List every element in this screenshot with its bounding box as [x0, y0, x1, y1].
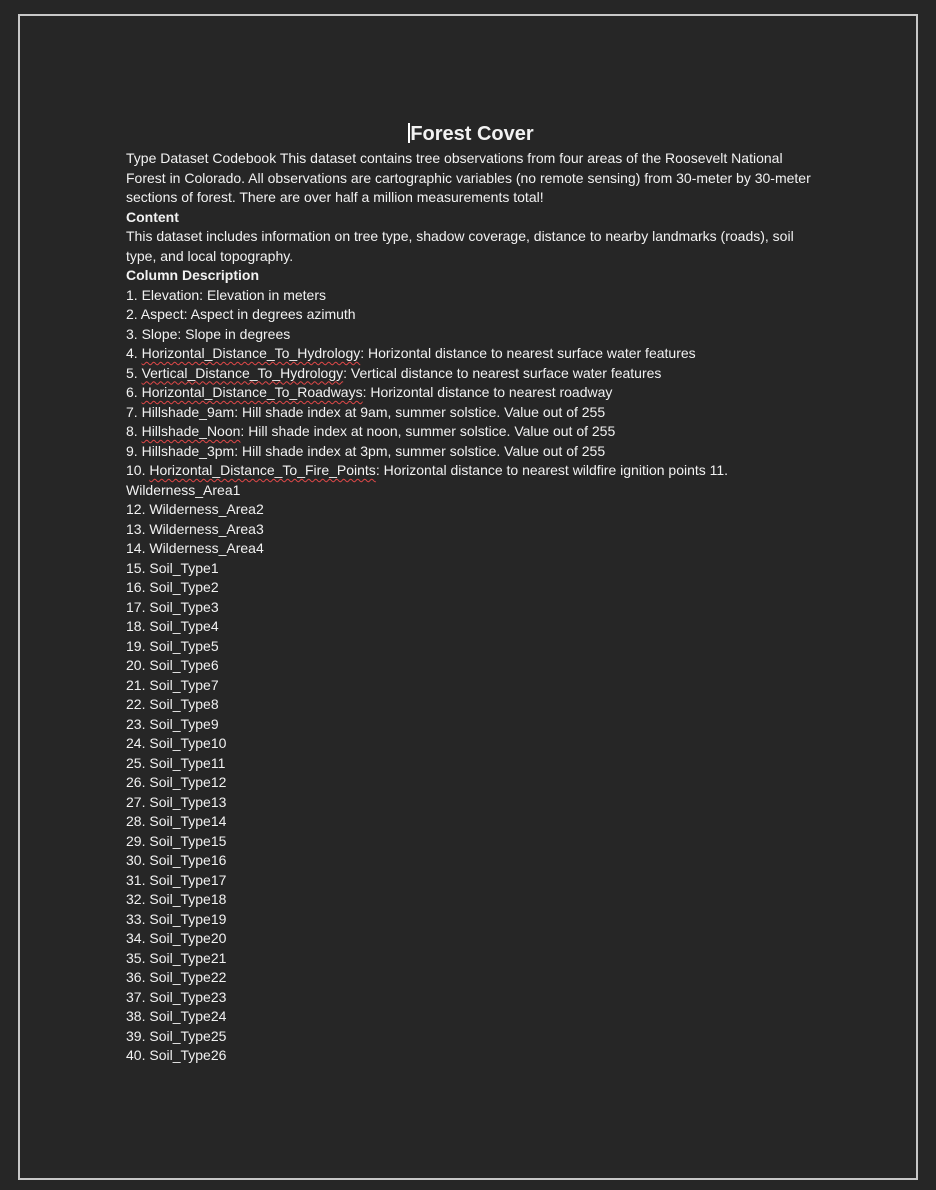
list-item: 28. Soil_Type14 — [126, 813, 227, 829]
column-item: 7. Hillshade_9am: Hill shade index at 9a… — [126, 403, 606, 420]
list-item: 14. Wilderness_Area4 — [126, 540, 264, 556]
column-item-continuation: Wilderness_Area1 — [126, 481, 241, 498]
list-item: 31. Soil_Type17 — [126, 871, 227, 888]
list-item: 39. Soil_Type25 — [126, 1027, 227, 1044]
list-item: 12. Wilderness_Area2 — [126, 501, 264, 517]
list-item: 21. Soil_Type7 — [126, 676, 219, 693]
list-item: 18. Soil_Type4 — [126, 618, 219, 634]
list-item: 36. Soil_Type22 — [126, 969, 227, 985]
list-item: 26. Soil_Type12 — [126, 774, 227, 790]
list-item: 20. Soil_Type6 — [126, 657, 219, 673]
document-page[interactable]: Forest Cover Type Dataset Codebook This … — [18, 14, 918, 1180]
list-item: 30. Soil_Type16 — [126, 852, 227, 868]
column-item: 2. Aspect: Aspect in degrees azimuth — [126, 306, 356, 322]
list-item: 19. Soil_Type5 — [126, 637, 219, 654]
list-item: 27. Soil_Type13 — [126, 793, 227, 810]
column-item: 3. Slope: Slope in degrees — [126, 325, 291, 342]
misspelled-word[interactable]: Hillshade_Noon — [142, 423, 241, 439]
misspelled-word[interactable]: Horizontal_Distance_To_Roadways — [142, 384, 363, 400]
document-body[interactable]: Forest Cover Type Dataset Codebook This … — [126, 122, 816, 1066]
list-item: 15. Soil_Type1 — [126, 559, 219, 576]
list-item: 25. Soil_Type11 — [126, 754, 226, 771]
list-item: 35. Soil_Type21 — [126, 949, 227, 966]
list-item: 17. Soil_Type3 — [126, 598, 219, 615]
list-item: 37. Soil_Type23 — [126, 988, 227, 1005]
misspelled-word[interactable]: Vertical_Distance_To_Hydrology — [142, 365, 344, 381]
column-item: 10. Horizontal_Distance_To_Fire_Points: … — [126, 462, 729, 478]
item-list: 12. Wilderness_Area2 13. Wilderness_Area… — [126, 500, 816, 1066]
column-item: 1. Elevation: Elevation in meters — [126, 286, 327, 303]
document-title[interactable]: Forest Cover — [126, 122, 816, 146]
list-item: 34. Soil_Type20 — [126, 930, 227, 946]
column-list: 1. Elevation: Elevation in meters 2. Asp… — [126, 286, 816, 501]
list-item: 16. Soil_Type2 — [126, 579, 219, 595]
list-item: 40. Soil_Type26 — [126, 1047, 227, 1063]
intro-paragraph: Type Dataset Codebook This dataset conta… — [126, 150, 811, 205]
content-paragraph: This dataset includes information on tre… — [126, 228, 794, 264]
list-item: 13. Wilderness_Area3 — [126, 520, 264, 537]
title-text: Forest Cover — [410, 123, 534, 145]
column-item: 5. Vertical_Distance_To_Hydrology: Verti… — [126, 364, 662, 381]
list-item: 24. Soil_Type10 — [126, 735, 227, 751]
misspelled-word[interactable]: Horizontal_Distance_To_Fire_Points — [149, 462, 375, 478]
list-item: 22. Soil_Type8 — [126, 696, 219, 712]
column-item: 6. Horizontal_Distance_To_Roadways: Hori… — [126, 384, 613, 400]
list-item: 38. Soil_Type24 — [126, 1008, 227, 1024]
column-description-heading: Column Description — [126, 267, 260, 283]
column-item: 9. Hillshade_3pm: Hill shade index at 3p… — [126, 442, 606, 459]
list-item: 29. Soil_Type15 — [126, 832, 227, 849]
list-item: 33. Soil_Type19 — [126, 910, 227, 927]
misspelled-word[interactable]: Horizontal_Distance_To_Hydrology — [142, 345, 361, 361]
list-item: 32. Soil_Type18 — [126, 891, 227, 907]
column-item: 4. Horizontal_Distance_To_Hydrology: Hor… — [126, 345, 696, 361]
column-item: 8. Hillshade_Noon: Hill shade index at n… — [126, 423, 616, 439]
list-item: 23. Soil_Type9 — [126, 715, 219, 732]
content-heading: Content — [126, 208, 179, 225]
